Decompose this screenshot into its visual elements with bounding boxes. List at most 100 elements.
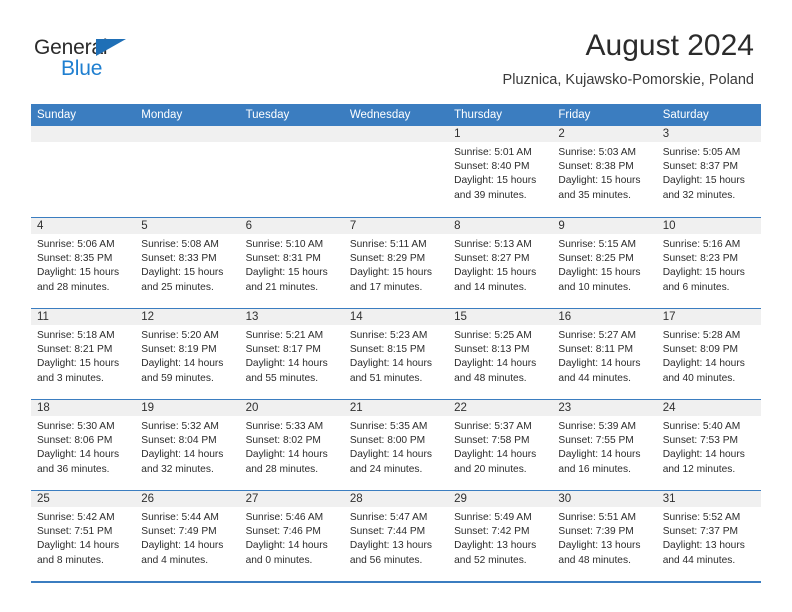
sunrise-text: Sunrise: 5:27 AM — [558, 330, 636, 341]
calendar-day-cell-empty — [135, 126, 240, 217]
calendar-day-cell[interactable]: 24 Sunrise: 5:40 AM Sunset: 7:53 PM Dayligh… — [656, 400, 761, 490]
sunrise-text: Sunrise: 5:39 AM — [558, 421, 636, 432]
calendar-day-cell[interactable]: 12 Sunrise: 5:20 AM Sunset: 8:19 PM Dayligh… — [135, 309, 240, 399]
sunrise-text: Sunrise: 5:44 AM — [141, 512, 219, 523]
day-number: 17 — [656, 309, 761, 325]
day-number — [343, 126, 449, 142]
calendar-day-cell[interactable]: 15 Sunrise: 5:25 AM Sunset: 8:13 PM Dayligh… — [448, 309, 553, 399]
day-details: Sunrise: 5:52 AM Sunset: 7:37 PM Daylight:… — [657, 507, 761, 568]
calendar-day-cell[interactable]: 11 Sunrise: 5:18 AM Sunset: 8:21 PM Dayligh… — [31, 309, 136, 399]
calendar-day-cell[interactable]: 31 Sunrise: 5:52 AM Sunset: 7:37 PM Dayligh… — [656, 491, 761, 581]
calendar-day-cell[interactable]: 5 Sunrise: 5:08 AM Sunset: 8:33 PM Daylight… — [135, 218, 240, 308]
day-details: Sunrise: 5:18 AM Sunset: 8:21 PM Daylight:… — [31, 325, 135, 386]
calendar-day-cell[interactable]: 1 Sunrise: 5:01 AM Sunset: 8:40 PM Daylight… — [448, 126, 553, 217]
weekday-header-monday: Monday — [141, 109, 183, 121]
day-number: 15 — [448, 309, 553, 325]
day-number: 23 — [552, 400, 657, 416]
sunrise-text: Sunrise: 5:37 AM — [454, 421, 532, 432]
weekday-header-wednesday: Wednesday — [349, 109, 411, 121]
sunset-text: Sunset: 8:33 PM — [141, 253, 217, 265]
sunset-text: Sunset: 7:55 PM — [558, 435, 634, 447]
calendar-day-cell[interactable]: 9 Sunrise: 5:15 AM Sunset: 8:25 PM Daylight… — [552, 218, 657, 308]
calendar-day-cell[interactable]: 14 Sunrise: 5:23 AM Sunset: 8:15 PM Dayligh… — [343, 309, 449, 399]
sunrise-text: Sunrise: 5:46 AM — [245, 512, 324, 523]
calendar-day-cell[interactable]: 30 Sunrise: 5:51 AM Sunset: 7:39 PM Dayligh… — [552, 491, 657, 581]
day-number: 16 — [552, 309, 657, 325]
weekday-header-thursday: Thursday — [454, 109, 503, 121]
calendar-day-cell[interactable]: 4 Sunrise: 5:06 AM Sunset: 8:35 PM Daylight… — [31, 218, 136, 308]
sunrise-text: Sunrise: 5:35 AM — [349, 421, 428, 432]
calendar-week-row: 1 Sunrise: 5:01 AM Sunset: 8:40 PM Daylight… — [31, 126, 761, 217]
calendar-day-cell[interactable]: 21 Sunrise: 5:35 AM Sunset: 8:00 PM Dayligh… — [343, 400, 449, 490]
daylight-text: Daylight: 15 hours and 14 minutes. — [454, 267, 537, 293]
weekday-header-row: Sunday Monday Tuesday Wednesday Thursday Frid… — [31, 104, 761, 126]
calendar-day-cell[interactable]: 20 Sunrise: 5:33 AM Sunset: 8:02 PM Dayligh… — [239, 400, 344, 490]
day-details: Sunrise: 5:03 AM Sunset: 8:38 PM Daylight:… — [552, 142, 656, 203]
daylight-text: Daylight: 14 hours and 16 minutes. — [558, 449, 641, 475]
daylight-text: Daylight: 14 hours and 51 minutes. — [349, 358, 432, 384]
day-details: Sunrise: 5:39 AM Sunset: 7:55 PM Daylight:… — [552, 416, 656, 477]
sunrise-text: Sunrise: 5:20 AM — [141, 330, 219, 341]
daylight-text: Daylight: 14 hours and 0 minutes. — [245, 540, 328, 566]
daylight-text: Daylight: 14 hours and 59 minutes. — [141, 358, 224, 384]
general-blue-logo[interactable]: General Blue — [34, 36, 154, 82]
calendar-day-cell[interactable]: 7 Sunrise: 5:11 AM Sunset: 8:29 PM Daylight… — [343, 218, 449, 308]
calendar-day-cell[interactable]: 17 Sunrise: 5:28 AM Sunset: 8:09 PM Dayligh… — [656, 309, 761, 399]
calendar-day-cell[interactable]: 18 Sunrise: 5:30 AM Sunset: 8:06 PM Dayligh… — [31, 400, 136, 490]
calendar-day-cell[interactable]: 8 Sunrise: 5:13 AM Sunset: 8:27 PM Daylight… — [448, 218, 553, 308]
sunrise-text: Sunrise: 5:42 AM — [37, 512, 115, 523]
sunset-text: Sunset: 7:46 PM — [245, 526, 321, 538]
sunset-text: Sunset: 8:06 PM — [37, 435, 113, 447]
page-header: General Blue August 2024 Pluznica, Kujaw… — [0, 0, 792, 104]
daylight-text: Daylight: 15 hours and 39 minutes. — [454, 175, 537, 201]
calendar-day-cell[interactable]: 22 Sunrise: 5:37 AM Sunset: 7:58 PM Dayligh… — [448, 400, 553, 490]
calendar-day-cell[interactable]: 6 Sunrise: 5:10 AM Sunset: 8:31 PM Daylight… — [239, 218, 344, 308]
triangle-icon — [96, 39, 126, 56]
calendar-day-cell[interactable]: 2 Sunrise: 5:03 AM Sunset: 8:38 PM Daylight… — [552, 126, 657, 217]
calendar-day-cell[interactable]: 16 Sunrise: 5:27 AM Sunset: 8:11 PM Dayligh… — [552, 309, 657, 399]
calendar-day-cell[interactable]: 28 Sunrise: 5:47 AM Sunset: 7:44 PM Dayligh… — [343, 491, 449, 581]
day-details: Sunrise: 5:21 AM Sunset: 8:17 PM Daylight:… — [240, 325, 344, 386]
sunset-text: Sunset: 8:37 PM — [662, 161, 739, 173]
daylight-text: Daylight: 15 hours and 21 minutes. — [245, 267, 328, 293]
daylight-text: Daylight: 14 hours and 36 minutes. — [37, 449, 120, 475]
calendar-day-cell[interactable]: 27 Sunrise: 5:46 AM Sunset: 7:46 PM Dayligh… — [239, 491, 344, 581]
location-subtitle: Pluznica, Kujawsko-Pomorskie, Poland — [502, 72, 754, 88]
calendar-day-cell[interactable]: 10 Sunrise: 5:16 AM Sunset: 8:23 PM Dayligh… — [656, 218, 761, 308]
sunset-text: Sunset: 7:42 PM — [454, 526, 530, 538]
day-details: Sunrise: 5:47 AM Sunset: 7:44 PM Daylight:… — [344, 507, 448, 568]
sunset-text: Sunset: 8:11 PM — [558, 344, 633, 356]
weekday-header-saturday: Saturday — [662, 109, 709, 121]
calendar-week-row: 25 Sunrise: 5:42 AM Sunset: 7:51 PM Dayligh… — [31, 490, 761, 581]
sunrise-text: Sunrise: 5:28 AM — [662, 330, 741, 341]
daylight-text: Daylight: 14 hours and 20 minutes. — [454, 449, 537, 475]
calendar-day-cell[interactable]: 19 Sunrise: 5:32 AM Sunset: 8:04 PM Dayligh… — [135, 400, 240, 490]
calendar-day-cell[interactable]: 23 Sunrise: 5:39 AM Sunset: 7:55 PM Dayligh… — [552, 400, 657, 490]
sunrise-text: Sunrise: 5:03 AM — [558, 147, 636, 158]
calendar-day-cell[interactable]: 26 Sunrise: 5:44 AM Sunset: 7:49 PM Dayligh… — [135, 491, 240, 581]
daylight-text: Daylight: 13 hours and 44 minutes. — [662, 540, 745, 566]
sunrise-text: Sunrise: 5:33 AM — [245, 421, 324, 432]
sunrise-text: Sunrise: 5:10 AM — [245, 239, 324, 250]
daylight-text: Daylight: 14 hours and 12 minutes. — [662, 449, 745, 475]
day-details: Sunrise: 5:23 AM Sunset: 8:15 PM Daylight:… — [344, 325, 448, 386]
daylight-text: Daylight: 15 hours and 35 minutes. — [558, 175, 641, 201]
calendar-day-cell[interactable]: 3 Sunrise: 5:05 AM Sunset: 8:37 PM Daylight… — [656, 126, 761, 217]
sunrise-text: Sunrise: 5:21 AM — [245, 330, 324, 341]
day-number: 22 — [448, 400, 553, 416]
sunrise-text: Sunrise: 5:13 AM — [454, 239, 532, 250]
sunset-text: Sunset: 8:13 PM — [454, 344, 530, 356]
sunset-text: Sunset: 8:40 PM — [454, 161, 530, 173]
day-details: Sunrise: 5:15 AM Sunset: 8:25 PM Daylight:… — [552, 234, 656, 295]
calendar-day-cell-empty — [31, 126, 136, 217]
calendar-day-cell[interactable]: 13 Sunrise: 5:21 AM Sunset: 8:17 PM Dayligh… — [239, 309, 344, 399]
calendar-day-cell[interactable]: 29 Sunrise: 5:49 AM Sunset: 7:42 PM Dayligh… — [448, 491, 553, 581]
day-details: Sunrise: 5:42 AM Sunset: 7:51 PM Daylight:… — [31, 507, 135, 568]
day-details: Sunrise: 5:32 AM Sunset: 8:04 PM Daylight:… — [135, 416, 239, 477]
day-number: 24 — [656, 400, 761, 416]
sunrise-text: Sunrise: 5:01 AM — [454, 147, 532, 158]
calendar-week-row: 11 Sunrise: 5:18 AM Sunset: 8:21 PM Dayligh… — [31, 308, 761, 399]
sunset-text: Sunset: 8:23 PM — [662, 253, 739, 265]
sunrise-text: Sunrise: 5:05 AM — [662, 147, 741, 158]
calendar-day-cell[interactable]: 25 Sunrise: 5:42 AM Sunset: 7:51 PM Dayligh… — [31, 491, 136, 581]
